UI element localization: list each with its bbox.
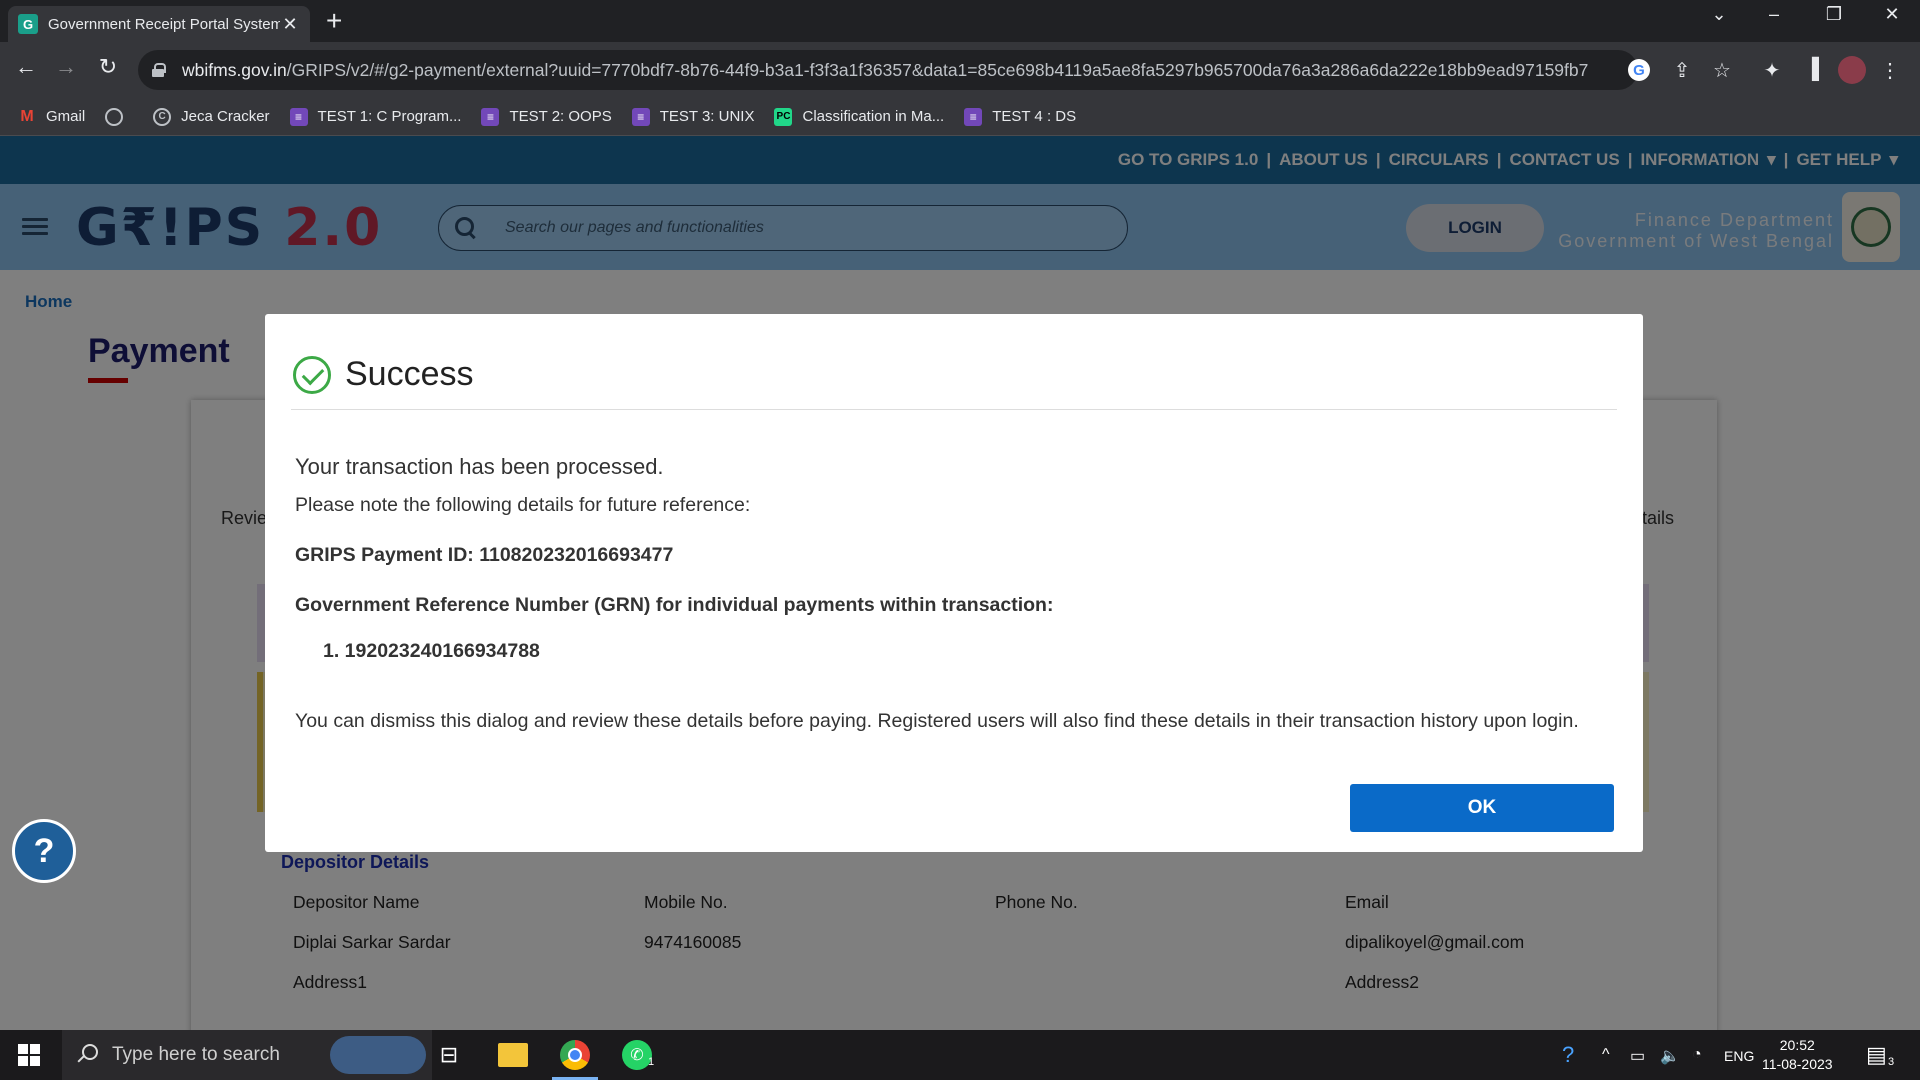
bookmark-label: TEST 2: OOPS: [509, 108, 612, 125]
tray-chevron-up-icon[interactable]: ^: [1602, 1046, 1610, 1064]
bookmark-test2[interactable]: ≡ TEST 2: OOPS: [481, 107, 612, 126]
battery-icon[interactable]: ▭: [1630, 1046, 1645, 1066]
clock-time: 20:52: [1779, 1037, 1815, 1053]
bookmark-label: TEST 1: C Program...: [317, 108, 462, 125]
bookmarks-bar: M Gmail C Jeca Cracker ≡ TEST 1: C Program.…: [0, 98, 1920, 136]
windows-start-icon[interactable]: [18, 1044, 40, 1066]
minimize-icon[interactable]: –: [1754, 4, 1794, 25]
bookmark-classification[interactable]: PC Classification in Ma...: [774, 107, 945, 126]
side-panel-icon[interactable]: ▐: [1798, 58, 1826, 81]
language-indicator[interactable]: ENG: [1724, 1048, 1754, 1064]
file-explorer-icon[interactable]: [496, 1038, 530, 1072]
grips-favicon-icon: G: [18, 14, 38, 34]
extensions-icon[interactable]: ✦: [1758, 58, 1786, 83]
google-lens-icon[interactable]: G: [1628, 59, 1656, 81]
browser-toolbar: ← → ↻ wbifms.gov.in/GRIPS/v2/#/g2-paymen…: [0, 42, 1920, 98]
bookmark-label: Classification in Ma...: [802, 108, 945, 125]
notification-count: 3: [1888, 1056, 1895, 1068]
clock-date: 11-08-2023: [1762, 1056, 1833, 1072]
new-tab-icon[interactable]: +: [326, 6, 342, 36]
bookmark-jeca-cracker[interactable]: C Jeca Cracker: [153, 107, 270, 126]
volume-icon[interactable]: 🔈: [1660, 1046, 1680, 1066]
success-check-icon: [293, 355, 331, 394]
task-view-icon[interactable]: ⊟: [432, 1038, 466, 1072]
ok-button[interactable]: OK: [1350, 784, 1614, 832]
dismiss-info-text: You can dismiss this dialog and review t…: [295, 710, 1579, 732]
bookmark-globe[interactable]: [105, 107, 133, 126]
url-path: /GRIPS/v2/#/g2-payment/external?uuid=777…: [286, 59, 1589, 80]
browser-tab-strip: G Government Receipt Portal System ✕ + ⌄…: [0, 0, 1920, 42]
search-highlight-image[interactable]: [330, 1036, 426, 1074]
help-icon[interactable]: ?: [1562, 1042, 1574, 1068]
forward-icon[interactable]: →: [50, 54, 82, 80]
reference-note-text: Please note the following details for fu…: [295, 494, 751, 516]
transaction-processed-text: Your transaction has been processed.: [295, 454, 664, 479]
tab-title: Government Receipt Portal System: [48, 15, 280, 33]
bookmark-test3[interactable]: ≡ TEST 3: UNIX: [631, 107, 755, 126]
bookmark-label: Jeca Cracker: [181, 108, 270, 125]
taskbar-clock[interactable]: 20:52 11-08-2023: [1762, 1036, 1833, 1074]
profile-avatar[interactable]: [1838, 56, 1866, 84]
browser-tab[interactable]: G Government Receipt Portal System ✕: [8, 6, 310, 42]
forms-icon: ≡: [481, 107, 500, 126]
bookmark-star-icon[interactable]: ☆: [1708, 58, 1736, 83]
gmail-icon: M: [20, 107, 34, 125]
bookmark-label: TEST 4 : DS: [992, 108, 1077, 125]
pycharm-icon: PC: [774, 107, 793, 126]
help-question-icon[interactable]: ?: [12, 819, 76, 883]
chrome-icon[interactable]: [558, 1038, 592, 1072]
grn-heading: Government Reference Number (GRN) for in…: [295, 594, 1054, 616]
back-icon[interactable]: ←: [10, 54, 42, 80]
bookmark-label: Gmail: [46, 108, 86, 125]
dialog-header: Success: [291, 340, 1617, 410]
address-bar[interactable]: wbifms.gov.in/GRIPS/v2/#/g2-payment/exte…: [138, 50, 1638, 90]
globe-icon: [105, 107, 124, 126]
wifi-icon[interactable]: ◔: [1692, 1046, 1702, 1064]
bookmark-test4[interactable]: ≡ TEST 4 : DS: [964, 107, 1077, 126]
jeca-icon: C: [153, 107, 172, 126]
forms-icon: ≡: [289, 107, 308, 126]
forms-icon: ≡: [631, 107, 650, 126]
bookmark-test1[interactable]: ≡ TEST 1: C Program...: [289, 107, 462, 126]
success-dialog: Success Your transaction has been proces…: [265, 314, 1643, 852]
windows-taskbar: Type here to search ⊟ ✆ 1 ? ^ ▭ 🔈 ◔ ENG …: [0, 1030, 1920, 1080]
tab-search-chevron-icon[interactable]: ⌄: [1699, 4, 1739, 25]
reload-icon[interactable]: ↻: [92, 54, 124, 80]
url-host: wbifms.gov.in: [182, 59, 287, 80]
menu-kebab-icon[interactable]: ⋮: [1876, 58, 1904, 83]
search-icon: [76, 1044, 98, 1066]
bookmark-label: TEST 3: UNIX: [659, 108, 755, 125]
share-icon[interactable]: ⇪: [1668, 58, 1696, 83]
grn-list-item: 1. 192023240166934788: [323, 640, 540, 662]
lock-icon[interactable]: [152, 63, 166, 77]
window-close-icon[interactable]: ✕: [1872, 4, 1912, 25]
notification-center-icon[interactable]: ▤: [1866, 1042, 1887, 1068]
close-tab-icon[interactable]: ✕: [280, 14, 300, 35]
dialog-title: Success: [345, 355, 474, 393]
payment-id-text: GRIPS Payment ID: 110820232016693477: [295, 544, 674, 566]
bookmark-gmail[interactable]: M Gmail: [18, 108, 85, 126]
forms-icon: ≡: [964, 107, 983, 126]
restore-icon[interactable]: ❐: [1814, 4, 1854, 25]
taskbar-search-placeholder: Type here to search: [112, 1044, 280, 1065]
whatsapp-badge: 1: [648, 1056, 655, 1068]
